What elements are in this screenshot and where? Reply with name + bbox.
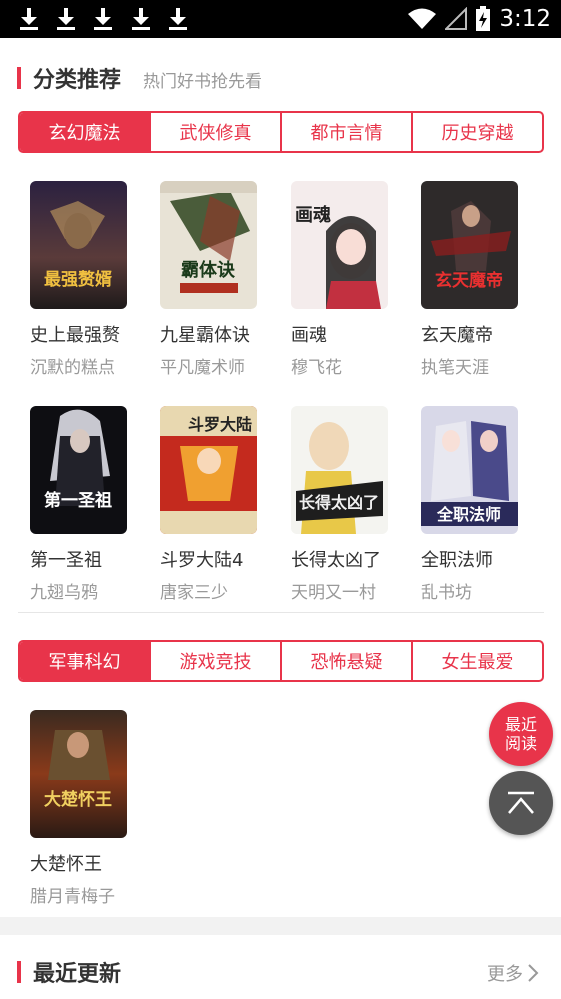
tab-lishi[interactable]: 历史穿越 <box>413 113 542 151</box>
tab-nvsheng[interactable]: 女生最爱 <box>413 642 542 680</box>
book-author: 九翅乌鸦 <box>30 583 98 603</box>
book-author: 乱书坊 <box>421 583 472 603</box>
book-cover[interactable]: 霸体诀 <box>160 181 257 309</box>
clock: 3:12 <box>499 6 551 32</box>
book-cover[interactable]: 玄天魔帝 <box>421 181 518 309</box>
category-tabs-row1: 玄幻魔法 武侠修真 都市言情 历史穿越 <box>18 111 544 153</box>
svg-text:最强赘婿: 最强赘婿 <box>44 269 112 290</box>
book-card[interactable]: 斗罗大陆 斗罗大陆4 唐家三少 <box>160 406 280 603</box>
book-author: 腊月青梅子 <box>30 887 115 907</box>
book-title[interactable]: 画魂 <box>291 321 411 347</box>
recent-reading-button[interactable]: 最近 阅读 <box>489 702 553 766</box>
book-card[interactable]: 大楚怀王 大楚怀王 腊月青梅子 <box>30 710 150 907</box>
book-author: 唐家三少 <box>160 583 228 603</box>
book-title[interactable]: 大楚怀王 <box>30 850 150 876</box>
divider <box>18 612 544 613</box>
download-icon <box>130 6 152 32</box>
download-icon <box>167 6 189 32</box>
book-title[interactable]: 玄天魔帝 <box>421 321 541 347</box>
book-cover[interactable]: 斗罗大陆 <box>160 406 257 534</box>
book-author: 执笔天涯 <box>421 358 489 378</box>
arrow-up-icon <box>508 791 534 814</box>
section-accent-bar <box>17 961 21 983</box>
svg-text:第一圣祖: 第一圣祖 <box>44 490 112 511</box>
book-author: 穆飞花 <box>291 358 342 378</box>
svg-text:霸体诀: 霸体诀 <box>181 259 236 281</box>
book-title[interactable]: 九星霸体诀 <box>160 321 280 347</box>
book-card[interactable]: 霸体诀 九星霸体诀 平凡魔术师 <box>160 181 280 378</box>
category-section-header: 分类推荐 热门好书抢先看 <box>0 58 561 98</box>
tab-wuxia[interactable]: 武侠修真 <box>151 113 282 151</box>
section-separator <box>0 917 561 935</box>
recent-reading-label-2: 阅读 <box>504 734 537 753</box>
svg-text:玄天魔帝: 玄天魔帝 <box>435 270 503 291</box>
recent-reading-label-1: 最近 <box>504 715 537 734</box>
tab-xuanhuan[interactable]: 玄幻魔法 <box>20 113 151 151</box>
section-subtitle: 热门好书抢先看 <box>143 72 262 92</box>
book-cover[interactable]: 大楚怀王 <box>30 710 127 838</box>
section-title: 分类推荐 <box>33 68 122 93</box>
book-cover[interactable]: 画魂 <box>291 181 388 309</box>
download-icon <box>18 6 40 32</box>
tab-junshi[interactable]: 军事科幻 <box>20 642 151 680</box>
section-title: 最近更新 <box>33 962 122 987</box>
book-cover[interactable]: 全职法师 <box>421 406 518 534</box>
tab-dushi[interactable]: 都市言情 <box>282 113 413 151</box>
book-title[interactable]: 第一圣祖 <box>30 546 150 572</box>
svg-text:大楚怀王: 大楚怀王 <box>44 789 112 810</box>
book-card[interactable]: 画魂 画魂 穆飞花 <box>291 181 411 378</box>
back-to-top-button[interactable] <box>489 771 553 835</box>
status-bar: 3:12 <box>0 0 561 38</box>
download-icon <box>55 6 77 32</box>
book-cover[interactable]: 第一圣祖 <box>30 406 127 534</box>
book-title[interactable]: 史上最强赘 <box>30 321 150 347</box>
book-author: 平凡魔术师 <box>160 358 245 378</box>
book-cover[interactable]: 最强赘婿 <box>30 181 127 309</box>
signal-icon <box>445 7 468 30</box>
svg-text:斗罗大陆: 斗罗大陆 <box>188 415 252 434</box>
book-author: 天明又一村 <box>291 583 376 603</box>
download-icon <box>92 6 114 32</box>
book-title[interactable]: 全职法师 <box>421 546 541 572</box>
battery-icon <box>476 6 491 31</box>
section-accent-bar <box>17 67 21 89</box>
book-card[interactable]: 玄天魔帝 玄天魔帝 执笔天涯 <box>421 181 541 378</box>
tab-kongbu[interactable]: 恐怖悬疑 <box>282 642 413 680</box>
svg-text:画魂: 画魂 <box>295 204 331 226</box>
book-card[interactable]: 长得太凶了 长得太凶了 天明又一村 <box>291 406 411 603</box>
chevron-right-icon <box>528 964 539 982</box>
book-title[interactable]: 斗罗大陆4 <box>160 546 280 572</box>
svg-text:全职法师: 全职法师 <box>436 505 501 524</box>
book-card[interactable]: 最强赘婿 史上最强赘 沉默的糕点 <box>30 181 150 378</box>
book-card[interactable]: 全职法师 全职法师 乱书坊 <box>421 406 541 603</box>
more-link[interactable]: 更多 <box>487 960 539 986</box>
more-label: 更多 <box>487 964 523 985</box>
svg-text:长得太凶了: 长得太凶了 <box>299 493 379 512</box>
book-cover[interactable]: 长得太凶了 <box>291 406 388 534</box>
wifi-icon <box>408 8 437 29</box>
book-author: 沉默的糕点 <box>30 358 115 378</box>
category-tabs-row2: 军事科幻 游戏竞技 恐怖悬疑 女生最爱 <box>18 640 544 682</box>
book-title[interactable]: 长得太凶了 <box>291 546 411 572</box>
recent-section-header: 最近更新 <box>0 952 561 992</box>
tab-youxi[interactable]: 游戏竞技 <box>151 642 282 680</box>
book-card[interactable]: 第一圣祖 第一圣祖 九翅乌鸦 <box>30 406 150 603</box>
